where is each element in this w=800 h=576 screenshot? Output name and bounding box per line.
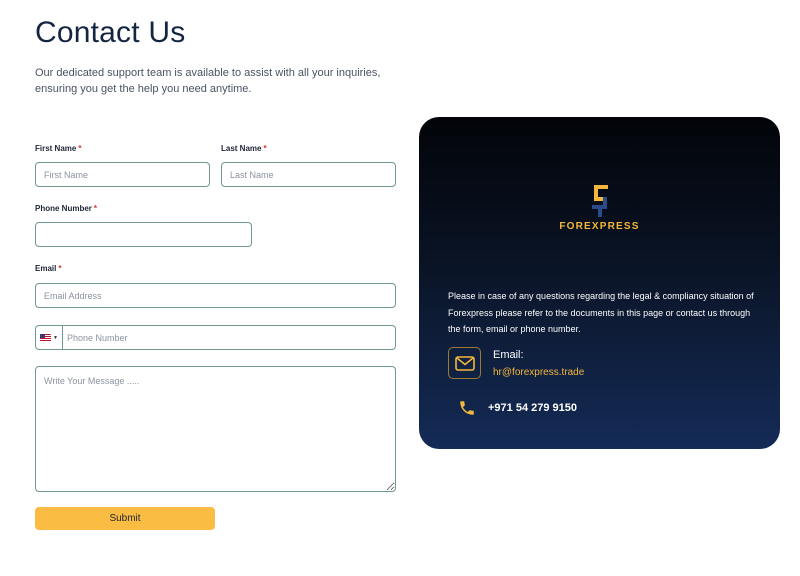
logo-text: FOREXPRESS (559, 221, 640, 232)
first-name-label-text: First Name (35, 144, 77, 153)
first-name-input[interactable] (35, 162, 210, 187)
email-label: Email * (35, 264, 61, 273)
info-description: Please in case of any questions regardin… (448, 291, 754, 334)
mail-icon (454, 355, 475, 371)
contact-info-card: FOREXPRESS Please in case of any questio… (419, 117, 780, 449)
last-name-input[interactable] (221, 162, 396, 187)
phone-icon (460, 401, 474, 415)
first-name-label: First Name * (35, 144, 81, 153)
page-title: Contact Us (35, 16, 186, 49)
phone-number-label: Phone Number * (35, 204, 97, 213)
phone-number-label-text: Phone Number (35, 204, 92, 213)
required-mark: * (93, 204, 98, 213)
country-select[interactable]: ▼ (36, 326, 63, 349)
email-link[interactable]: hr@forexpress.trade (493, 367, 584, 378)
mail-icon-box (448, 347, 481, 379)
email-input[interactable] (35, 283, 396, 308)
forexpress-logo-icon (591, 185, 608, 217)
submit-button[interactable]: Submit (35, 507, 215, 530)
email-info-label: Email: (493, 349, 524, 361)
intl-phone-input[interactable] (64, 326, 394, 349)
last-name-label-text: Last Name (221, 144, 262, 153)
required-mark: * (78, 144, 82, 153)
message-textarea[interactable] (35, 366, 396, 492)
email-label-text: Email (35, 264, 57, 273)
required-mark: * (263, 144, 267, 153)
page-subtitle: Our dedicated support team is available … (35, 67, 381, 95)
us-flag-icon (40, 333, 52, 342)
intl-phone-field: ▼ (35, 325, 396, 350)
brand-logo: FOREXPRESS (419, 185, 780, 232)
phone-number-input[interactable] (35, 222, 252, 247)
chevron-down-icon: ▼ (53, 334, 58, 341)
phone-number-text[interactable]: +971 54 279 9150 (488, 402, 577, 414)
last-name-label: Last Name * (221, 144, 267, 153)
required-mark: * (58, 264, 62, 273)
